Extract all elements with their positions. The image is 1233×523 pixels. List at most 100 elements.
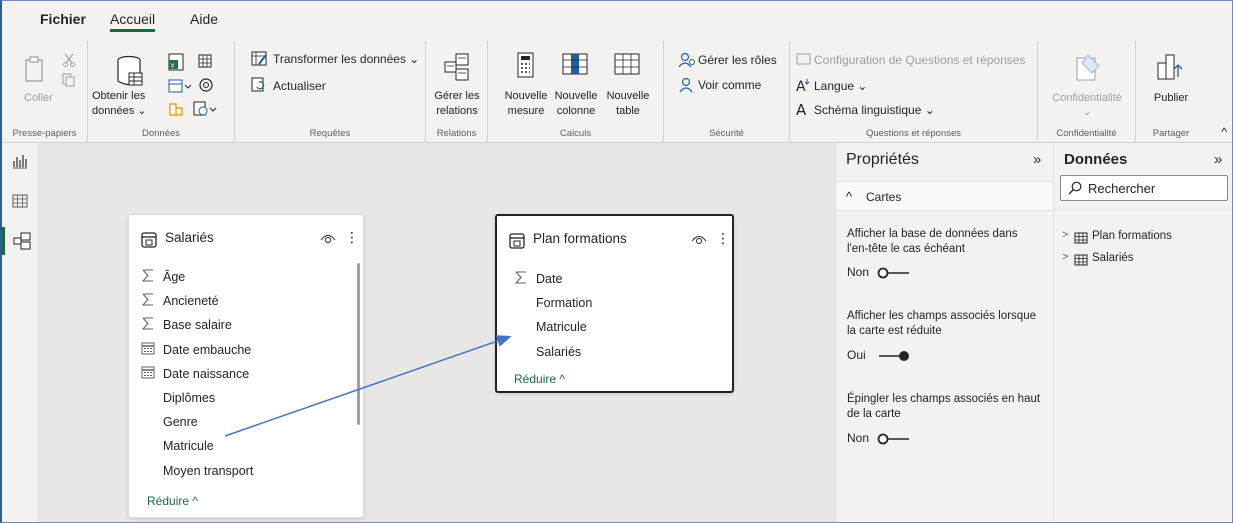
cut-icon[interactable]	[62, 53, 76, 67]
group-label: Partager	[1152, 128, 1190, 139]
group-label: Requêtes	[309, 128, 351, 139]
transformer-donnees-button[interactable]: Transformer les données ⌄	[273, 52, 419, 66]
menu-bar: Fichier Accueil Aide	[2, 1, 1232, 41]
calculator-icon[interactable]	[516, 51, 536, 79]
group-confidentialite: Confidentialité ⌄ Confidentialité	[1038, 41, 1136, 143]
data-hub-icon[interactable]	[198, 53, 214, 69]
collapse-ribbon-button[interactable]: ^	[1221, 125, 1227, 139]
nouvelle-mesure-line1[interactable]: Nouvelle	[502, 89, 550, 103]
section-title: Cartes	[866, 190, 902, 204]
group-label: Calculs	[559, 128, 592, 139]
coller-label: Coller	[24, 92, 53, 104]
linguistic-schema-icon[interactable]: A	[796, 101, 812, 117]
schema-linguistique-button[interactable]: Schéma linguistique ⌄	[814, 103, 935, 117]
toggle-off-icon[interactable]	[877, 267, 909, 279]
obtenir-donnees-line2[interactable]: données ⌄	[92, 104, 146, 118]
view-as-icon[interactable]	[678, 77, 696, 93]
toggle-off-icon[interactable]	[877, 433, 909, 445]
powerbi-dataset-icon[interactable]	[168, 101, 184, 117]
search-icon	[1068, 181, 1082, 195]
gerer-relations-line2[interactable]: relations	[426, 104, 488, 118]
new-table-icon[interactable]	[614, 53, 640, 75]
transform-icon[interactable]	[251, 51, 269, 67]
dataverse-icon[interactable]	[198, 77, 214, 93]
copy-icon[interactable]	[62, 73, 76, 87]
langue-button[interactable]: Langue ⌄	[814, 79, 867, 93]
gerer-roles-button[interactable]: Gérer les rôles	[698, 53, 777, 67]
toggle-db-header[interactable]: Non	[847, 265, 947, 281]
toggle-on-icon[interactable]	[877, 350, 909, 362]
toggle-related-fields[interactable]: Oui	[847, 348, 947, 364]
toggle-pin-fields[interactable]: Non	[847, 431, 947, 447]
search-input[interactable]: Rechercher	[1060, 175, 1228, 201]
data-view-icon	[12, 194, 28, 208]
nouvelle-mesure-line2[interactable]: mesure	[502, 104, 550, 118]
properties-pane: Propriétés » ^ Cartes Afficher la base d…	[835, 143, 1054, 522]
database-icon[interactable]	[116, 55, 144, 89]
option-label: la carte est réduite	[847, 325, 942, 337]
toggle-label: Oui	[847, 348, 866, 362]
group-label: Confidentialité	[1056, 128, 1117, 139]
svg-text:A: A	[796, 101, 807, 117]
app-window: Fichier Accueil Aide Coller Presse-papie…	[0, 0, 1233, 523]
toggle-label: Non	[847, 265, 870, 279]
nouvelle-colonne-line2[interactable]: colonne	[550, 104, 602, 118]
language-icon[interactable]: A	[796, 77, 812, 93]
data-pane-title: Données	[1064, 151, 1128, 168]
paste-icon[interactable]	[24, 55, 46, 83]
search-placeholder: Rechercher	[1088, 181, 1156, 196]
tab-aide[interactable]: Aide	[190, 11, 218, 27]
actualiser-button[interactable]: Actualiser	[273, 79, 326, 93]
expand-pane-icon[interactable]: »	[1214, 151, 1222, 168]
sensitivity-icon	[1076, 54, 1100, 81]
tree-item-label: Plan formations	[1092, 230, 1172, 242]
refresh-icon[interactable]	[251, 77, 267, 93]
sql-icon[interactable]	[168, 78, 192, 94]
recent-sources-icon[interactable]	[193, 101, 217, 117]
group-label: Presse-papiers	[12, 128, 77, 139]
option-label: Épingler les champs associés en haut	[847, 393, 1041, 405]
new-column-icon[interactable]	[562, 53, 588, 75]
relationship-line[interactable]	[39, 143, 835, 523]
option-label: Afficher la base de données dans	[847, 228, 1018, 240]
ribbon: Coller Presse-papiers Obtenir les donnée…	[2, 41, 1232, 143]
group-securite: Gérer les rôles Voir comme Sécurité	[664, 41, 790, 143]
tab-fichier[interactable]: Fichier	[40, 11, 86, 27]
nouvelle-table-line2[interactable]: table	[602, 104, 654, 118]
publish-icon[interactable]	[1156, 51, 1184, 83]
model-view-icon	[13, 232, 30, 250]
report-view-button[interactable]	[2, 147, 38, 175]
gerer-relations-line1[interactable]: Gérer les	[426, 89, 488, 103]
data-view-button[interactable]	[2, 187, 38, 215]
manage-roles-icon[interactable]	[678, 52, 696, 68]
group-questions: Configuration de Questions et réponses A…	[790, 41, 1038, 143]
expand-pane-icon[interactable]: »	[1033, 151, 1041, 168]
chevron-up-icon: ^	[846, 189, 853, 204]
table-icon	[1074, 254, 1088, 266]
manage-relations-icon[interactable]	[444, 53, 470, 81]
excel-icon[interactable]: x	[168, 53, 184, 71]
group-calculs: Nouvelle mesure Nouvelle colonne Nouvell…	[488, 41, 664, 143]
group-relations: Gérer les relations Relations	[426, 41, 488, 143]
properties-title: Propriétés	[846, 151, 919, 168]
obtenir-donnees-line1[interactable]: Obtenir les	[92, 89, 145, 103]
nouvelle-table-line1[interactable]: Nouvelle	[602, 89, 654, 103]
chevron-right-icon[interactable]: >	[1062, 251, 1068, 263]
option-label: l'en-tête le cas échéant	[847, 243, 965, 255]
table-icon	[1074, 232, 1088, 244]
option-label: Afficher les champs associés lorsque	[847, 310, 1036, 322]
section-cartes[interactable]: ^ Cartes	[836, 181, 1053, 211]
nouvelle-colonne-line1[interactable]: Nouvelle	[550, 89, 602, 103]
voir-comme-button[interactable]: Voir comme	[698, 78, 761, 92]
qa-setup-icon	[796, 53, 811, 65]
group-presse-papiers: Coller Presse-papiers	[2, 41, 88, 143]
publier-button[interactable]: Publier	[1136, 91, 1206, 105]
option-label: de la carte	[847, 408, 901, 420]
model-canvas[interactable]: Salariés ⋮ Âge Ancieneté Base salaire Date …	[39, 143, 835, 523]
chevron-right-icon[interactable]: >	[1062, 229, 1068, 241]
svg-text:A: A	[796, 79, 806, 93]
model-view-button[interactable]	[2, 227, 38, 255]
data-pane: Données » Rechercher > Plan formations >	[1054, 143, 1232, 522]
tab-accueil[interactable]: Accueil	[110, 11, 156, 32]
group-label: Questions et réponses	[865, 128, 962, 139]
